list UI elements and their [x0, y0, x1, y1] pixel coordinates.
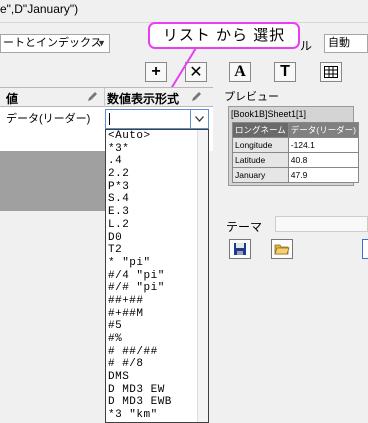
preview-header-cell: データ(リーダー)	[287, 122, 359, 138]
format-option[interactable]: <Auto>	[106, 130, 208, 143]
format-option[interactable]: L.2	[106, 219, 208, 232]
preview-row-value: 47.9	[287, 167, 359, 183]
preview-header-cell: ロングネーム	[232, 122, 289, 138]
preview-row-label: Longitude	[232, 137, 289, 153]
column-separator	[104, 88, 105, 107]
dropdown-button[interactable]	[190, 110, 208, 128]
preview-label: プレビュー	[224, 91, 279, 103]
format-option[interactable]: * "pi"	[106, 257, 208, 270]
theme-label: テーマ	[226, 220, 263, 234]
preview-row-label: January	[232, 167, 289, 183]
format-option[interactable]: ##+##	[106, 295, 208, 308]
format-option[interactable]: # #/8	[106, 358, 208, 371]
format-option[interactable]: .4	[106, 155, 208, 168]
format-option[interactable]: #+##M	[106, 308, 208, 321]
open-folder-icon	[274, 244, 290, 255]
column-header-format[interactable]: 数値表示形式	[107, 90, 179, 107]
callout-label: リスト から 選択	[148, 22, 300, 49]
format-options-list[interactable]: <Auto> *3* .4 2.2 P*3 S.4 E.3 L.2 D0 T2 * "pi" #/4 …	[105, 129, 209, 423]
preview-panel: [Book1B]Sheet1[1] ロングネーム データ(リーダー) Longi…	[228, 106, 359, 186]
format-option[interactable]: *3 "km"	[106, 409, 208, 422]
format-option[interactable]: P*3	[106, 181, 208, 194]
column-header-value[interactable]: 値	[6, 90, 18, 107]
open-theme-button[interactable]	[271, 239, 293, 259]
theme-field[interactable]	[275, 216, 368, 232]
format-option[interactable]: 2.2	[106, 168, 208, 181]
format-option[interactable]: E.3	[106, 206, 208, 219]
format-option[interactable]: D MD3 EW	[106, 384, 208, 397]
format-option[interactable]: T2	[106, 244, 208, 257]
partial-button[interactable]	[362, 239, 368, 259]
save-icon	[234, 243, 246, 255]
pencil-icon	[190, 91, 202, 106]
format-option[interactable]: #/4 "pi"	[106, 270, 208, 283]
format-option[interactable]: #%	[106, 333, 208, 346]
preview-row-value: -124.1	[287, 137, 359, 153]
preview-row-label: Latitude	[232, 152, 289, 168]
format-option[interactable]: #5	[106, 320, 208, 333]
grid-header: 値 数値表示形式	[0, 87, 213, 107]
grid-empty-area	[0, 151, 105, 211]
format-option[interactable]: D0	[106, 232, 208, 245]
save-theme-button[interactable]	[229, 239, 251, 259]
format-dropdown-input[interactable]	[105, 109, 209, 129]
preview-row-value: 40.8	[287, 152, 359, 168]
text-caret	[109, 113, 110, 125]
format-option[interactable]: # ##/##	[106, 346, 208, 359]
pencil-icon	[86, 91, 98, 106]
preview-table: ロングネーム データ(リーダー) Longitude -124.1 Latitu…	[232, 122, 359, 183]
scrollbar[interactable]	[197, 130, 208, 422]
format-option[interactable]: #/# "pi"	[106, 282, 208, 295]
chevron-down-icon	[195, 116, 204, 122]
format-option[interactable]: D MD3 EWB	[106, 396, 208, 409]
grid-cell-value-text: データ(リーダー)	[6, 113, 91, 125]
format-option[interactable]: S.4	[106, 193, 208, 206]
format-option[interactable]: DMS	[106, 371, 208, 384]
grid-cell-value[interactable]: データ(リーダー)	[0, 107, 105, 127]
format-option[interactable]: *3*	[106, 143, 208, 156]
preview-title: [Book1B]Sheet1[1]	[231, 109, 307, 119]
